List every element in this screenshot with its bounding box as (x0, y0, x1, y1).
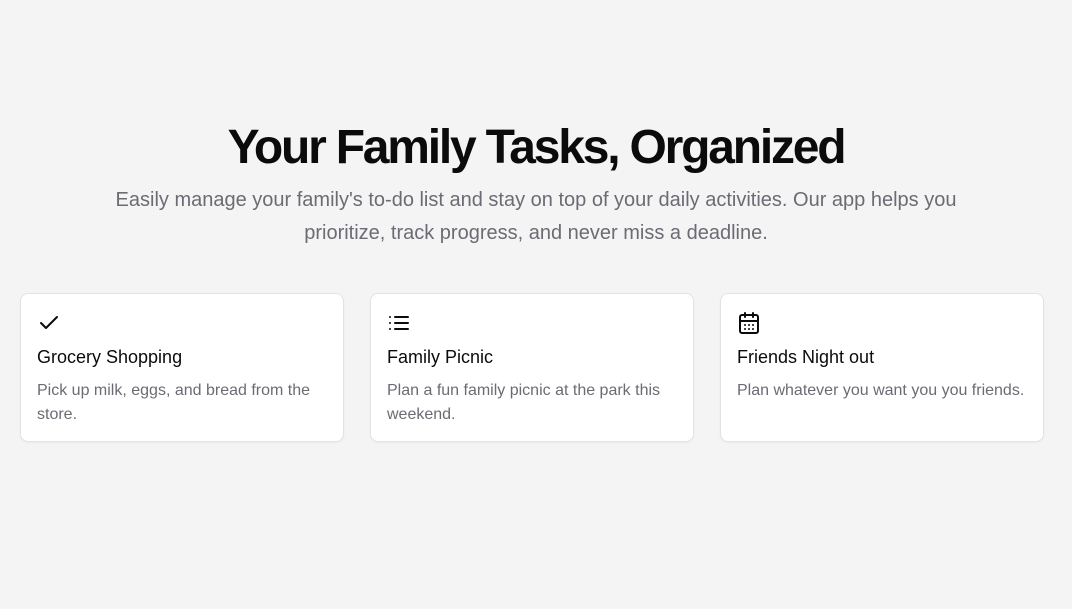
task-card-title: Family Picnic (387, 347, 494, 367)
page: Your Family Tasks, Organized Easily mana… (0, 0, 1072, 609)
check-icon (37, 311, 61, 335)
task-card-description: Pick up milk, eggs, and bread from the s… (37, 382, 311, 423)
task-card-description: Plan whatever you want you you friends. (737, 382, 1025, 399)
calendar-icon (737, 311, 761, 335)
task-card-title: Friends Night out (737, 347, 875, 367)
page-subtitle: Easily manage your family's to-do list a… (115, 189, 957, 244)
task-card-grocery-shopping[interactable]: Grocery Shopping Pick up milk, eggs, and… (20, 293, 344, 442)
task-card-title: Grocery Shopping (37, 347, 183, 367)
hero-section: Your Family Tasks, Organized Easily mana… (0, 118, 1072, 250)
list-icon (387, 311, 411, 335)
task-card-family-picnic[interactable]: Family Picnic Plan a fun family picnic a… (370, 293, 694, 442)
task-cards: Grocery Shopping Pick up milk, eggs, and… (20, 293, 1044, 442)
task-card-description: Plan a fun family picnic at the park thi… (387, 382, 661, 423)
page-title: Your Family Tasks, Organized (227, 121, 847, 174)
task-card-friends-night-out[interactable]: Friends Night out Plan whatever you want… (720, 293, 1044, 442)
